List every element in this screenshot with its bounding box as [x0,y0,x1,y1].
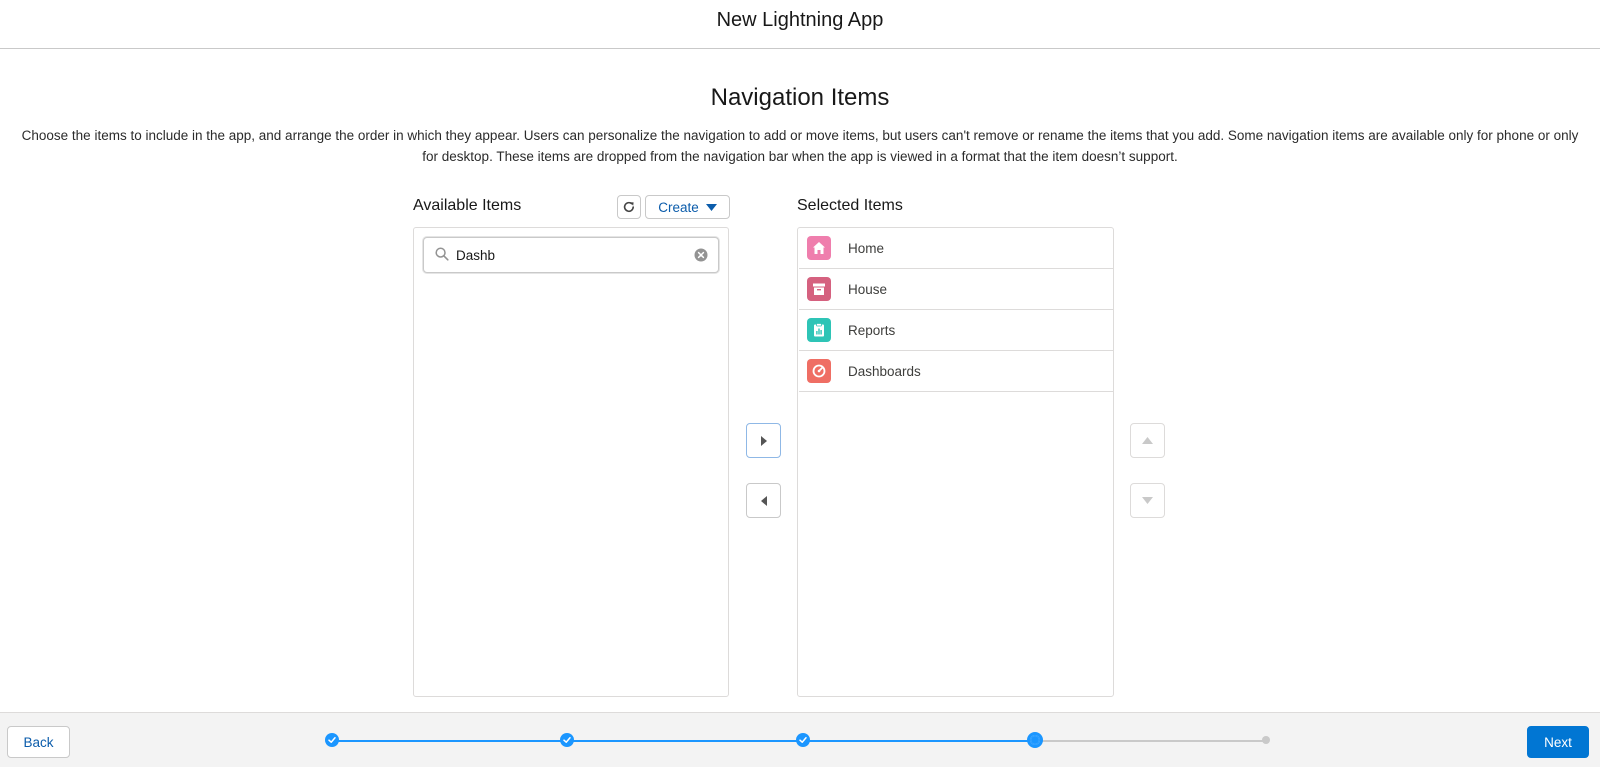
create-button-label: Create [658,199,699,215]
search-icon [435,247,449,261]
search-input[interactable] [456,245,681,265]
selected-item-house[interactable]: House [799,269,1113,310]
archive-icon [807,277,831,301]
progress-step-5[interactable] [1262,736,1270,744]
available-items-label: Available Items [413,197,522,214]
refresh-icon [623,201,634,213]
caret-right-icon [760,435,767,446]
check-icon [328,737,336,743]
dashboard-icon [807,359,831,383]
back-button[interactable]: Back [7,726,70,758]
home-icon [807,236,831,260]
search-field[interactable] [423,237,719,273]
selected-item-label: Home [848,240,885,256]
selected-item-label: Dashboards [848,363,921,379]
selected-item-label: House [848,281,888,297]
selected-item-reports[interactable]: Reports [799,310,1113,351]
refresh-button[interactable] [617,195,641,219]
clear-icon[interactable] [694,248,708,262]
move-up-button[interactable] [1130,423,1165,458]
progress-bar-complete [338,740,1036,742]
caret-left-icon [760,495,767,506]
caret-up-icon [1142,437,1153,444]
progress-step-2[interactable] [560,733,574,747]
selected-item-dashboards[interactable]: Dashboards [799,351,1113,392]
create-button[interactable]: Create [645,195,730,219]
page-description: Choose the items to include in the app, … [21,128,1579,164]
progress-step-1[interactable] [325,733,339,747]
chevron-down-icon [705,203,717,211]
available-items-list[interactable] [413,227,729,697]
caret-down-icon [1142,497,1153,504]
move-right-button[interactable] [746,423,781,458]
app-header: New Lightning App [0,0,1600,49]
progress-bar-remaining [1036,740,1266,742]
move-left-button[interactable] [746,483,781,518]
progress-step-3[interactable] [796,733,810,747]
check-icon [799,737,807,743]
check-icon [563,737,571,743]
selected-item-label: Reports [848,322,896,338]
reports-icon [807,318,831,342]
selected-item-home[interactable]: Home [799,228,1113,269]
page-title: Navigation Items [710,84,890,111]
wizard-footer: Back Next [0,712,1600,767]
app-title: New Lightning App [716,9,884,31]
move-down-button[interactable] [1130,483,1165,518]
next-button[interactable]: Next [1527,726,1589,758]
progress-step-4[interactable] [1027,732,1043,748]
selected-items-label: Selected Items [797,197,903,214]
